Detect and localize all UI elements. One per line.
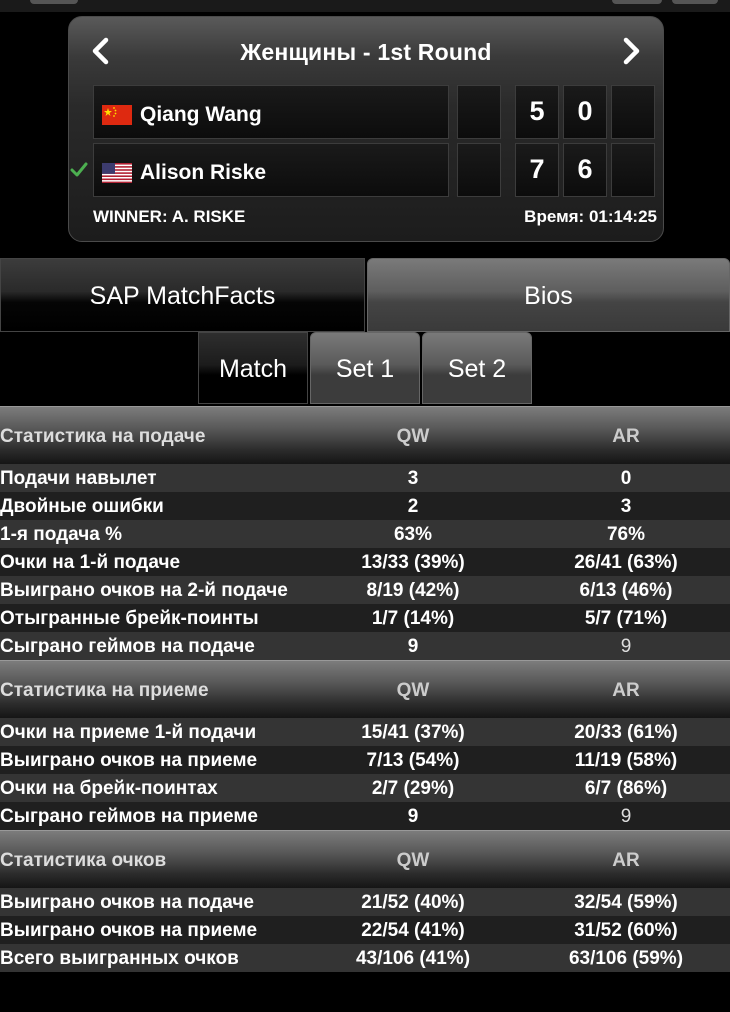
serve-indicator-cell [457, 143, 501, 197]
checkmark-icon [70, 162, 88, 177]
chevron-right-icon[interactable] [617, 35, 645, 67]
usa-flag-icon [102, 163, 132, 183]
stat-value-ar: 20/33 (61%) [574, 722, 678, 743]
stat-value-ar: 6/7 (86%) [584, 778, 668, 799]
stat-value-ar: 26/41 (63%) [574, 552, 678, 573]
stat-label: Двойные ошибки [0, 496, 164, 517]
column-header-qw: QW [396, 850, 430, 871]
stat-value-qw: 8/19 (42%) [366, 580, 460, 601]
stat-value-ar: 5/7 (71%) [584, 608, 668, 629]
stat-row: Очки на приеме 1-й подачи 15/41 (37%) 20/3… [0, 718, 730, 746]
tab-set-2[interactable]: Set 2 [422, 332, 532, 404]
stat-value-ar: 76% [606, 524, 646, 545]
stat-value-qw: 43/106 (41%) [355, 948, 471, 969]
player-name: Alison Riske [140, 161, 267, 184]
stat-row: Выиграно очков на приеме 7/13 (54%) 11/19 … [0, 746, 730, 774]
stat-value-qw: 22/54 (41%) [361, 920, 465, 941]
stat-value-qw: 63% [393, 524, 433, 545]
score-card: Женщины - 1st Round Qiang Wang Alison Ri… [68, 16, 664, 242]
stat-row: Выиграно очков на подаче 21/52 (40%) 32/54… [0, 888, 730, 916]
top-tab-indicator [30, 0, 78, 4]
stat-label: 1-я подача % [0, 524, 123, 545]
stat-value-ar: 9 [620, 636, 632, 657]
stat-value-ar: 9 [620, 806, 632, 827]
set-score: 7 [515, 143, 559, 197]
stat-label: Выиграно очков на приеме [0, 750, 258, 771]
top-tab-indicator [672, 0, 718, 4]
player-row: Alison Riske [93, 143, 449, 197]
stats-table: Статистика на подаче QW AR Подачи навылет 3 0… [0, 406, 730, 972]
stat-row: Выиграно очков на приеме 22/54 (41%) 31/52… [0, 916, 730, 944]
stat-label: Очки на 1-й подаче [0, 552, 181, 573]
stat-value-ar: 6/13 (46%) [579, 580, 673, 601]
stat-value-qw: 3 [407, 468, 419, 489]
player-row: Qiang Wang [93, 85, 449, 139]
column-header-ar: AR [612, 680, 640, 701]
stat-value-qw: 7/13 (54%) [366, 750, 460, 771]
top-tab-indicator [612, 0, 662, 4]
stat-label: Очки на брейк-поинтах [0, 778, 218, 799]
tab-bios[interactable]: Bios [367, 258, 730, 332]
set-score-empty [611, 143, 655, 197]
stat-label: Сыграно геймов на приеме [0, 806, 258, 827]
stat-label: Всего выигранных очков [0, 948, 239, 969]
tab-sap-matchfacts[interactable]: SAP MatchFacts [0, 258, 365, 332]
stat-value-ar: 31/52 (60%) [574, 920, 678, 941]
column-header-qw: QW [396, 426, 430, 447]
stat-value-ar: 32/54 (59%) [574, 892, 678, 913]
stat-row: Двойные ошибки 2 3 [0, 492, 730, 520]
stat-value-qw: 1/7 (14%) [371, 608, 455, 629]
stat-label: Выиграно очков на приеме [0, 920, 258, 941]
player-name: Qiang Wang [140, 103, 262, 126]
stat-value-qw: 21/52 (40%) [361, 892, 465, 913]
stat-value-qw: 2 [407, 496, 419, 517]
china-flag-icon [102, 105, 132, 125]
section-header: Статистика очков QW AR [0, 830, 730, 888]
section-header: Статистика на приеме QW AR [0, 660, 730, 718]
section-title: Статистика очков [0, 850, 167, 871]
stat-row: Сыграно геймов на приеме 9 9 [0, 802, 730, 830]
stat-row: Выиграно очков на 2-й подаче 8/19 (42%) 6/… [0, 576, 730, 604]
section-title: Статистика на подаче [0, 426, 206, 447]
stat-label: Подачи навылет [0, 468, 157, 489]
stat-label: Сыграно геймов на подаче [0, 636, 255, 657]
stat-label: Очки на приеме 1-й подачи [0, 722, 257, 743]
top-status-bar [0, 0, 730, 12]
serve-indicator-cell [457, 85, 501, 139]
section-header: Статистика на подаче QW AR [0, 406, 730, 464]
stat-value-qw: 9 [407, 806, 419, 827]
stat-label: Выиграно очков на 2-й подаче [0, 580, 288, 601]
tab-set-1[interactable]: Set 1 [310, 332, 420, 404]
stat-row: Сыграно геймов на подаче 9 9 [0, 632, 730, 660]
stat-label: Выиграно очков на подаче [0, 892, 254, 913]
section-title: Статистика на приеме [0, 680, 209, 701]
stat-row: Отыгранные брейк-поинты 1/7 (14%) 5/7 (71%… [0, 604, 730, 632]
stat-row: 1-я подача % 63% 76% [0, 520, 730, 548]
column-header-ar: AR [612, 426, 640, 447]
stat-value-qw: 15/41 (37%) [361, 722, 465, 743]
stat-label: Отыгранные брейк-поинты [0, 608, 259, 629]
set-score: 5 [515, 85, 559, 139]
winner-label: WINNER: A. RISKE [93, 207, 246, 226]
stat-row: Очки на 1-й подаче 13/33 (39%) 26/41 (63%) [0, 548, 730, 576]
stat-value-ar: 11/19 (58%) [574, 750, 678, 771]
set-score: 0 [563, 85, 607, 139]
set-score: 6 [563, 143, 607, 197]
tab-match[interactable]: Match [198, 332, 308, 404]
match-title: Женщины - 1st Round [240, 39, 492, 65]
stat-value-ar: 0 [620, 468, 632, 489]
stat-value-qw: 9 [407, 636, 419, 657]
stat-row: Всего выигранных очков 43/106 (41%) 63/106… [0, 944, 730, 972]
column-header-ar: AR [612, 850, 640, 871]
stat-value-qw: 2/7 (29%) [371, 778, 455, 799]
match-duration: Время: 01:14:25 [524, 207, 657, 226]
stat-row: Подачи навылет 3 0 [0, 464, 730, 492]
stat-value-ar: 63/106 (59%) [568, 948, 684, 969]
column-header-qw: QW [396, 680, 430, 701]
stat-row: Очки на брейк-поинтах 2/7 (29%) 6/7 (86%) [0, 774, 730, 802]
stat-value-qw: 13/33 (39%) [361, 552, 465, 573]
stat-value-ar: 3 [620, 496, 632, 517]
set-score-empty [611, 85, 655, 139]
